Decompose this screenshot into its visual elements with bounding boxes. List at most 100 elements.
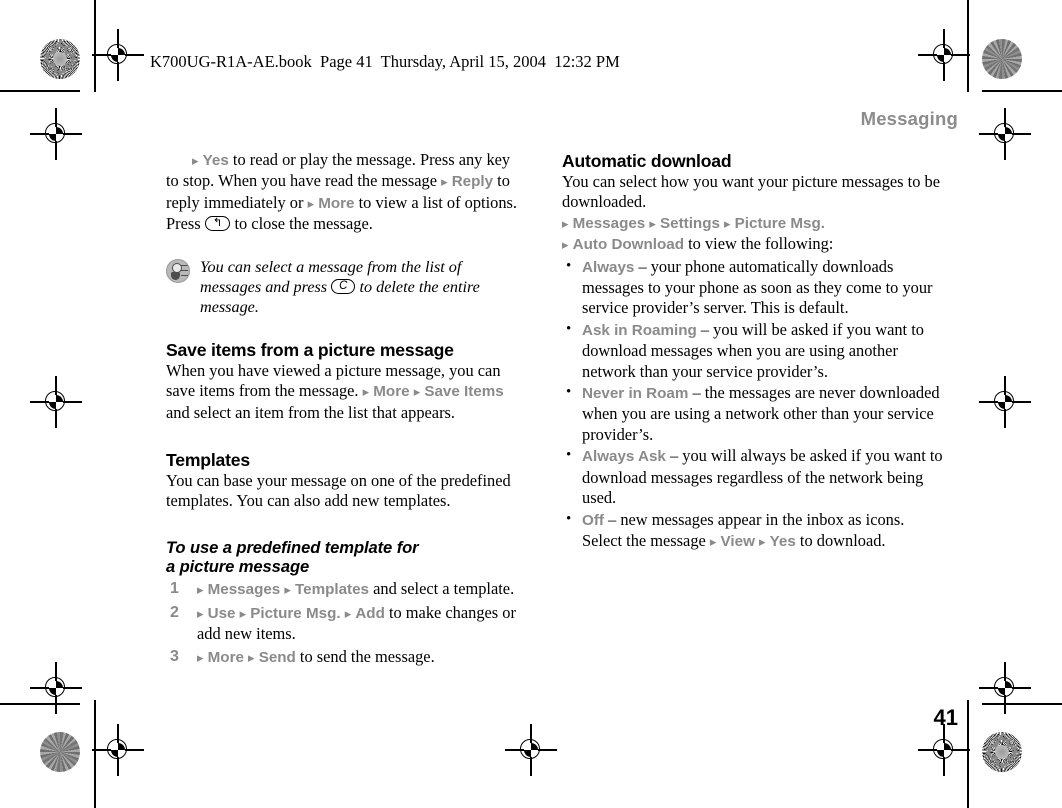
- menu-item-more[interactable]: More: [318, 195, 354, 212]
- trim-line-left-vertical-bottom: [94, 700, 96, 808]
- registration-target-inner-top-left: [30, 108, 82, 160]
- bullet-icon: •: [566, 447, 572, 464]
- menu-path-line-1: ▸ Messages ▸ Settings ▸ Picture Msg.: [562, 213, 944, 234]
- option-dash: –: [688, 383, 705, 403]
- registration-target-top-left: [92, 29, 144, 81]
- step-number: 3: [170, 647, 179, 665]
- registration-target-bottom-right: [918, 724, 970, 776]
- menu-arrow-icon: ▸: [344, 605, 352, 621]
- option-dash: –: [665, 446, 683, 466]
- registration-target-bottom-left: [92, 724, 144, 776]
- menu-arrow-icon: ▸: [192, 153, 199, 168]
- trim-line-right-vertical-top: [967, 0, 969, 92]
- option-label-off[interactable]: Off: [582, 512, 604, 529]
- intro-text-4: to close the message.: [230, 214, 373, 234]
- trim-line-left-vertical-top: [94, 0, 96, 92]
- option-dash: –: [696, 319, 714, 339]
- heading-templates: Templates: [166, 450, 250, 471]
- clear-key-icon: C: [331, 278, 356, 294]
- trim-line-right-vertical-bottom: [967, 700, 969, 808]
- option-label-always[interactable]: Always: [582, 259, 634, 276]
- menu-item-yes[interactable]: Yes: [203, 152, 229, 169]
- bullet-icon: •: [566, 510, 572, 527]
- menu-arrow-icon: ▸: [248, 649, 255, 665]
- option-label-ask-in-roaming[interactable]: Ask in Roaming: [582, 322, 697, 339]
- list-item: • Off – new messages appear in the inbox…: [562, 510, 944, 553]
- menu-item-add[interactable]: Add: [355, 605, 385, 622]
- list-item: 2 ▸ Use ▸ Picture Msg. ▸ Add to make cha…: [166, 603, 524, 645]
- menu-item-send[interactable]: Send: [259, 649, 296, 666]
- density-pinwheel-disc-bottom-left: [40, 732, 80, 772]
- tip-note: You can select a message from the list o…: [166, 257, 524, 318]
- procedure-heading-line-1: To use a predefined template for: [166, 537, 419, 557]
- heading-save-items: Save items from a picture message: [166, 339, 454, 360]
- density-star-disc-bottom-right: [982, 732, 1022, 772]
- menu-item-yes[interactable]: Yes: [770, 533, 796, 550]
- menu-arrow-icon: ▸: [759, 533, 766, 549]
- bullet-icon: •: [566, 384, 572, 401]
- registration-target-inner-top-right: [979, 108, 1031, 160]
- download-options-list: • Always – your phone automatically down…: [562, 257, 944, 553]
- menu-arrow-icon: ▸: [649, 215, 656, 231]
- step-number: 2: [170, 603, 179, 621]
- trim-line-bottom-horizontal-right: [982, 703, 1062, 705]
- registration-target-mid-left: [30, 376, 82, 428]
- procedure-steps: 1 ▸ Messages ▸ Templates and select a te…: [166, 579, 524, 668]
- menu-arrow-icon: ▸: [562, 215, 569, 231]
- step-text: and select a template.: [369, 579, 515, 599]
- menu-arrow-icon: ▸: [724, 215, 731, 231]
- menu-arrow-icon: ▸: [562, 237, 569, 253]
- menu-item-reply[interactable]: Reply: [452, 173, 493, 190]
- trim-line-top-horizontal-left: [0, 90, 80, 92]
- menu-arrow-icon: ▸: [362, 384, 370, 400]
- templates-paragraph: You can base your message on one of the …: [166, 471, 511, 511]
- option-label-never-in-roam[interactable]: Never in Roam: [582, 385, 688, 402]
- menu-item-messages[interactable]: Messages: [573, 215, 646, 232]
- automatic-download-paragraph: You can select how you want your picture…: [562, 172, 940, 212]
- option-dash: –: [603, 509, 621, 529]
- menu-path-trailing-text: to view the following:: [684, 234, 834, 254]
- density-pinwheel-disc-top-right: [982, 39, 1022, 79]
- menu-arrow-icon: ▸: [307, 195, 315, 211]
- menu-item-view[interactable]: View: [721, 533, 755, 550]
- step-number: 1: [170, 580, 179, 598]
- menu-arrow-icon: ▸: [197, 605, 204, 621]
- menu-arrow-icon: ▸: [197, 582, 204, 598]
- running-head: Messaging: [860, 108, 958, 129]
- menu-item-auto-download[interactable]: Auto Download: [573, 236, 684, 253]
- save-items-paragraph: When you have viewed a picture message, …: [166, 361, 524, 423]
- lightbulb-tip-icon: [166, 258, 190, 283]
- off-trailing-text: to download.: [795, 530, 886, 550]
- menu-arrow-icon: ▸: [197, 649, 204, 665]
- right-column: Automatic download You can select how yo…: [562, 150, 944, 552]
- menu-item-use[interactable]: Use: [208, 605, 236, 622]
- save-text-2: and select an item from the list that ap…: [166, 402, 456, 422]
- step-text: to send the message.: [295, 646, 435, 666]
- option-label-always-ask[interactable]: Always Ask: [582, 448, 666, 465]
- back-key-icon: ↰: [204, 215, 231, 231]
- menu-item-templates[interactable]: Templates: [295, 581, 369, 598]
- heading-automatic-download: Automatic download: [562, 151, 732, 171]
- menu-arrow-icon: ▸: [709, 533, 717, 549]
- menu-arrow-icon: ▸: [413, 384, 421, 400]
- menu-arrow-icon: ▸: [239, 605, 247, 621]
- registration-target-mid-bottom: [505, 724, 557, 776]
- menu-item-picture-msg[interactable]: Picture Msg.: [250, 605, 340, 622]
- trim-line-bottom-horizontal-left: [0, 703, 80, 705]
- registration-target-inner-bottom-right: [979, 662, 1031, 714]
- registration-target-top-right: [918, 29, 970, 81]
- registration-target-mid-right: [979, 376, 1031, 428]
- menu-arrow-icon: ▸: [441, 174, 448, 190]
- list-item: • Ask in Roaming – you will be asked if …: [562, 320, 944, 382]
- left-column: ▸ Yes to read or play the message. Press…: [166, 150, 524, 668]
- menu-item-messages[interactable]: Messages: [208, 581, 281, 598]
- procedure-heading-line-2: a picture message: [166, 557, 310, 577]
- menu-path-line-2: ▸ Auto Download to view the following:: [562, 234, 944, 255]
- menu-item-more[interactable]: More: [373, 383, 409, 400]
- menu-item-more[interactable]: More: [208, 649, 244, 666]
- menu-item-settings[interactable]: Settings: [660, 215, 720, 232]
- list-item: 1 ▸ Messages ▸ Templates and select a te…: [166, 579, 524, 601]
- list-item: • Never in Roam – the messages are never…: [562, 383, 944, 445]
- menu-item-save-items[interactable]: Save Items: [424, 383, 503, 400]
- menu-item-picture-msg[interactable]: Picture Msg.: [735, 215, 825, 232]
